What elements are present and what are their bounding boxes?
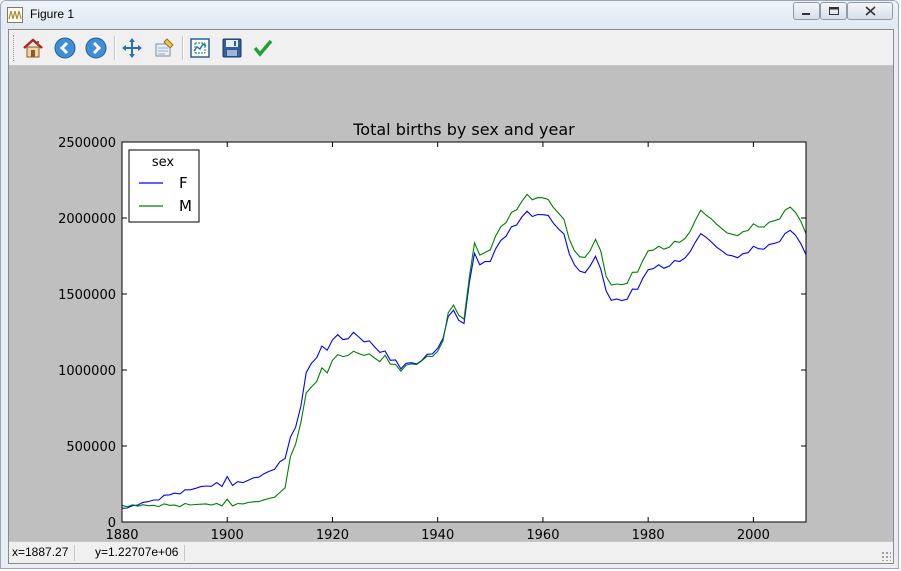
maximize-button[interactable] (820, 2, 847, 20)
checkmark-icon (253, 39, 273, 57)
status-bar: x=1887.27 y=1.22707e+06 (9, 541, 893, 563)
back-arrow-icon (54, 37, 76, 59)
y-tick-label: 1500000 (58, 288, 116, 303)
x-tick-label: 1900 (211, 528, 244, 542)
forward-button[interactable] (83, 35, 109, 61)
y-tick-label: 2000000 (58, 212, 116, 227)
back-button[interactable] (52, 35, 78, 61)
zoom-button[interactable] (151, 35, 177, 61)
navigation-toolbar (9, 30, 893, 66)
x-tick-label: 1920 (316, 528, 349, 542)
matplotlib-figure-icon (7, 7, 23, 23)
axes-background[interactable] (122, 142, 806, 522)
minimize-icon (802, 12, 810, 15)
home-button[interactable] (20, 35, 46, 61)
subplots-button[interactable] (187, 35, 213, 61)
window-title: Figure 1 (30, 7, 75, 21)
pan-button[interactable] (119, 35, 145, 61)
legend-title: sex (152, 155, 175, 170)
subplots-config-icon (190, 38, 210, 58)
close-icon (864, 6, 876, 16)
figure-canvas-container: 1880 1900 1920 1940 1960 1980 2000 0 500000 10000… (8, 29, 894, 564)
figure-canvas[interactable]: 1880 1900 1920 1940 1960 1980 2000 0 500000 10000… (9, 66, 893, 561)
title-bar[interactable]: Figure 1 (1, 1, 898, 29)
y-tick-label: 1000000 (58, 364, 116, 379)
x-tick-label: 1940 (421, 528, 454, 542)
figure-window: Figure 1 1880 1900 1920 1940 1960 1980 2… (0, 0, 899, 569)
save-button[interactable] (219, 35, 245, 61)
y-tick-label: 2500000 (58, 136, 116, 151)
close-button[interactable] (847, 2, 893, 20)
x-tick-label: 2000 (737, 528, 770, 542)
legend-label-M: M (179, 197, 192, 215)
toolbar-grip[interactable] (13, 35, 17, 61)
zoom-rect-icon (155, 38, 174, 57)
toolbar-separator (182, 36, 184, 60)
status-x-coordinate: x=1887.27 (12, 545, 76, 561)
resize-grip[interactable] (881, 551, 891, 561)
x-tick-label: 1980 (632, 528, 665, 542)
edit-button[interactable] (250, 35, 276, 61)
line-chart[interactable]: 1880 1900 1920 1940 1960 1980 2000050000010000… (9, 66, 893, 561)
toolbar-separator (114, 36, 116, 60)
y-tick-label: 500000 (66, 440, 116, 455)
minimize-button[interactable] (793, 2, 820, 20)
legend-label-F: F (179, 174, 188, 192)
maximize-icon (828, 7, 839, 15)
legend: sex FM (128, 149, 200, 223)
floppy-save-icon (222, 38, 242, 58)
chart-title: Total births by sex and year (352, 120, 575, 139)
pan-move-icon (122, 38, 142, 58)
forward-arrow-icon (85, 37, 107, 59)
home-icon (23, 38, 43, 58)
status-y-coordinate: y=1.22707e+06 (95, 545, 186, 561)
y-tick-label: 0 (108, 516, 116, 531)
x-tick-label: 1960 (526, 528, 559, 542)
